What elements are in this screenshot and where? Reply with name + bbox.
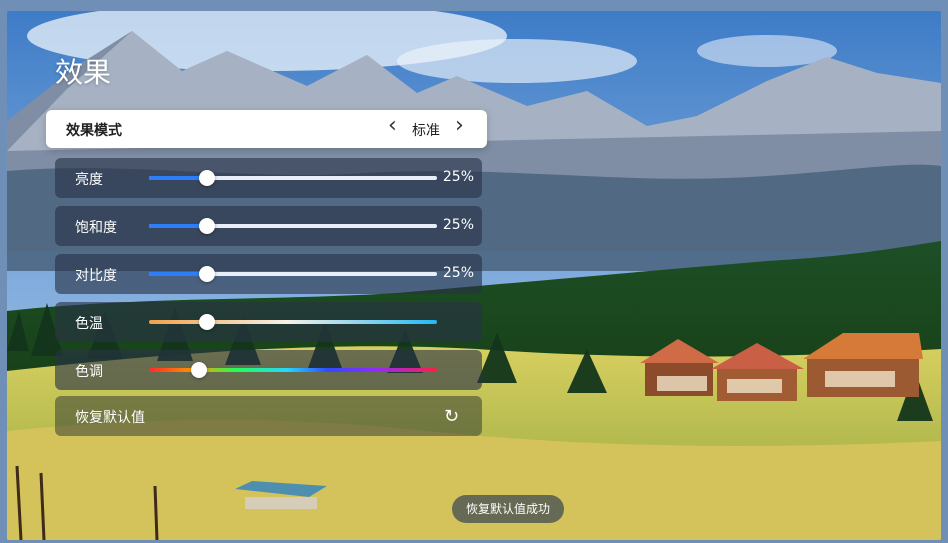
slider-value: 25% [442, 265, 474, 281]
slider-label: 对比度 [75, 268, 117, 284]
slider-label: 色温 [75, 316, 103, 332]
slider-label: 饱和度 [75, 220, 117, 236]
restore-defaults-button[interactable]: 恢复默认值 ↻ [55, 396, 482, 436]
page-title: 效果 [55, 56, 112, 89]
slider-knob[interactable] [199, 218, 215, 234]
color-temperature-slider[interactable] [149, 314, 437, 330]
chevron-right-icon[interactable]: › [455, 113, 464, 138]
brightness-slider[interactable] [149, 170, 437, 186]
effect-mode-value: 标准 [412, 123, 440, 139]
screen-frame: 效果 效果模式 ‹ 标准 › 亮度 25% 饱和度 25% 对比度 25% 色温 [7, 11, 941, 540]
tint-slider[interactable] [149, 362, 437, 378]
slider-row-brightness[interactable]: 亮度 25% [55, 158, 482, 198]
slider-value: 25% [442, 217, 474, 233]
chevron-left-icon[interactable]: ‹ [388, 113, 397, 138]
slider-knob[interactable] [191, 362, 207, 378]
effect-mode-selector[interactable]: 效果模式 ‹ 标准 › [46, 110, 487, 148]
slider-row-contrast[interactable]: 对比度 25% [55, 254, 482, 294]
slider-value: 25% [442, 169, 474, 185]
slider-row-tint[interactable]: 色调 [55, 350, 482, 390]
slider-row-color-temperature[interactable]: 色温 [55, 302, 482, 342]
restore-defaults-label: 恢复默认值 [75, 410, 145, 426]
saturation-slider[interactable] [149, 218, 437, 234]
slider-knob[interactable] [199, 170, 215, 186]
slider-knob[interactable] [199, 314, 215, 330]
toast-message: 恢复默认值成功 [452, 495, 564, 523]
effect-mode-label: 效果模式 [66, 123, 122, 139]
restore-icon: ↻ [444, 406, 460, 427]
slider-row-saturation[interactable]: 饱和度 25% [55, 206, 482, 246]
contrast-slider[interactable] [149, 266, 437, 282]
slider-label: 色调 [75, 364, 103, 380]
slider-label: 亮度 [75, 172, 103, 188]
slider-knob[interactable] [199, 266, 215, 282]
